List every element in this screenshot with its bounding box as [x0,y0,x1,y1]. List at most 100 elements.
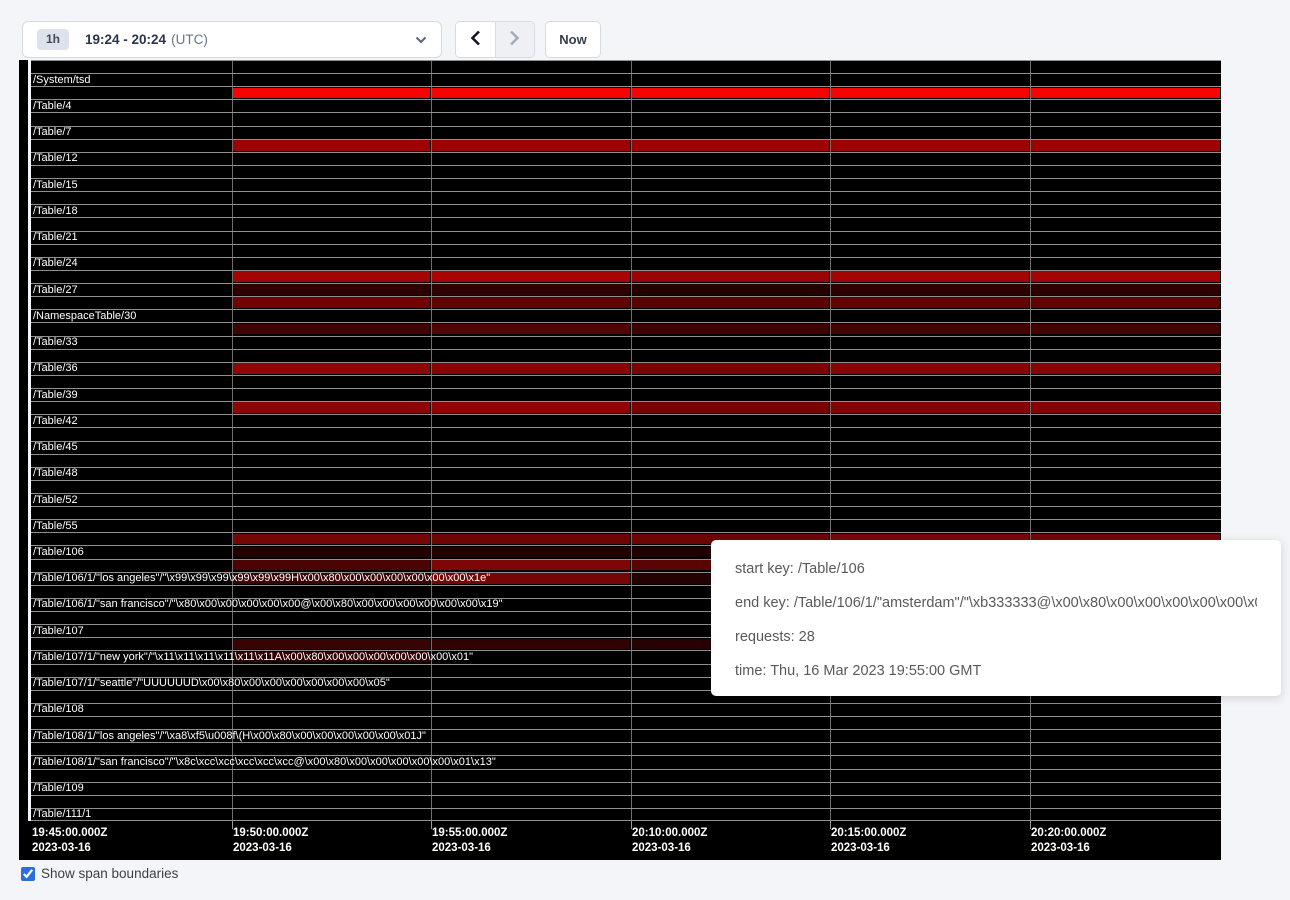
duration-badge: 1h [37,29,69,50]
heatmap-cell [1031,402,1220,413]
chevron-left-icon [470,30,481,49]
span-label: /Table/52 [33,493,78,506]
span-boundary-line [31,480,1221,481]
span-label: /Table/109 [33,782,84,795]
span-label: /Table/45 [33,441,78,454]
span-boundary-line [31,742,1221,743]
heatmap-cell [831,363,1029,374]
heatmap-cell [632,297,829,308]
span-boundary-line [31,795,1221,796]
span-tooltip: start key: /Table/106 end key: /Table/10… [711,540,1281,696]
span-boundary-line [31,414,1221,415]
span-label: /Table/55 [33,519,78,532]
axis-time-label: 19:45:00.000Z2023-03-16 [32,826,107,856]
time-range-selector[interactable]: 1h 19:24 - 20:24 (UTC) [22,21,442,58]
span-label: /Table/106/1/"los angeles"/"\x99\x99\x99… [33,572,490,585]
heatmap-cell [432,402,630,413]
heatmap-cell [1031,324,1220,335]
heatmap-cell [632,402,829,413]
span-label: /Table/33 [33,336,78,349]
heatmap-cell [233,363,430,374]
heatmap-cell [1031,88,1220,99]
key-visualizer-canvas[interactable]: /System/tsd/Table/4/Table/7/Table/12/Tab… [31,60,1221,821]
heatmap-cell [831,284,1029,295]
span-boundary-line [31,126,1221,127]
span-label: /System/tsd [33,73,90,86]
span-boundary-line [31,152,1221,153]
axis-time-label: 19:55:00.000Z2023-03-16 [432,826,507,856]
span-boundary-line [31,467,1221,468]
span-boundary-line [31,309,1221,310]
heatmap-cell [432,534,630,545]
heatmap-cell [432,284,630,295]
span-boundary-line [31,703,1221,704]
heatmap-cell [632,324,829,335]
span-label: /Table/111/1 [33,808,91,821]
heatmap-cell [831,271,1029,282]
span-boundary-line [31,388,1221,389]
span-label: /Table/107 [33,624,84,637]
axis-time-label: 20:15:00.000Z2023-03-16 [831,826,906,856]
heatmap-cell [432,140,630,151]
footer: Show span boundaries [21,866,178,881]
span-boundary-line [31,244,1221,245]
heatmap-cell [432,297,630,308]
axis-time-label: 19:50:00.000Z2023-03-16 [233,826,308,856]
heatmap-cell [432,639,630,650]
heatmap-cell [233,324,430,335]
heatmap-cell [831,324,1029,335]
span-boundary-line [31,257,1221,258]
span-label: /Table/108/1/"los angeles"/"\xa8\xf5\u00… [33,729,426,742]
span-boundary-line [31,191,1221,192]
tooltip-requests: requests: 28 [735,620,1257,654]
heatmap-cell [432,271,630,282]
tooltip-time: time: Thu, 16 Mar 2023 19:55:00 GMT [735,654,1257,688]
show-span-boundaries-checkbox[interactable] [21,867,35,881]
chevron-down-icon [415,36,427,44]
heatmap-cell [233,88,430,99]
heatmap-cell [1031,363,1220,374]
span-boundary-line [31,204,1221,205]
heatmap-cell [432,560,630,571]
span-label: /Table/108 [33,703,84,716]
span-label: /Table/24 [33,257,78,270]
span-boundary-line [31,99,1221,100]
span-label: /Table/108/1/"san francisco"/"\x8c\xcc\x… [33,755,496,768]
span-boundary-line [31,217,1221,218]
span-boundary-line [31,506,1221,507]
axis-time-label: 20:10:00.000Z2023-03-16 [632,826,707,856]
heatmap-cell [432,324,630,335]
span-boundary-line [31,231,1221,232]
heatmap-cell [233,639,430,650]
timezone-text: (UTC) [171,32,208,47]
heatmap-cell [831,402,1029,413]
span-boundary-line [31,782,1221,783]
span-label: /Table/107/1/"new york"/"\x11\x11\x11\x1… [33,650,473,663]
heatmap-cell [233,284,430,295]
now-button[interactable]: Now [545,21,601,58]
span-label: /Table/21 [33,231,78,244]
time-nav-group [455,21,535,58]
tooltip-start-key: start key: /Table/106 [735,552,1257,586]
axis-time-label: 20:20:00.000Z2023-03-16 [1031,826,1106,856]
heatmap-cell [1031,140,1220,151]
span-boundary-line [31,349,1221,350]
span-boundary-line [31,165,1221,166]
span-label: /Table/27 [33,283,78,296]
time-range-text: 19:24 - 20:24 [85,32,166,47]
tooltip-end-key: end key: /Table/106/1/"amsterdam"/"\xb33… [735,586,1257,620]
show-span-boundaries-label: Show span boundaries [41,866,178,881]
span-boundary-line [31,769,1221,770]
span-label: /Table/4 [33,99,72,112]
span-label: /Table/106/1/"san francisco"/"\x80\x00\x… [33,598,503,611]
prev-interval-button[interactable] [456,22,495,57]
heatmap-cell [632,140,829,151]
span-label: /Table/18 [33,204,78,217]
heatmap-cell [831,140,1029,151]
time-axis: 19:45:00.000Z2023-03-16 19:50:00.000Z2023… [19,821,1221,860]
span-boundary-line [31,519,1221,520]
heatmap-cell [831,88,1029,99]
span-label: /Table/42 [33,414,78,427]
span-label: /Table/36 [33,362,78,375]
next-interval-button[interactable] [496,22,535,57]
